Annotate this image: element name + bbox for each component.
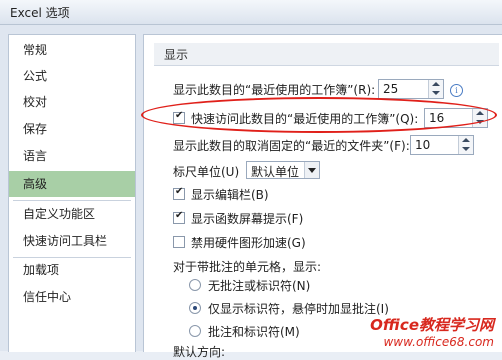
recent-workbooks-spinner[interactable]: 25 [378,79,444,99]
show-function-tips-label: 显示函数屏幕提示(F) [191,212,304,226]
sidebar: 常规 公式 校对 保存 语言 高级 自定义功能区 快速访问工具栏 加载项 信任中… [8,34,136,352]
excel-options-window: Excel 选项 常规 公式 校对 保存 语言 高级 自定义功能区 快速访问工具… [0,0,502,359]
spin-up-icon[interactable] [432,82,440,86]
title-bar: Excel 选项 [0,0,502,25]
quick-access-spinner[interactable]: 16 [424,108,488,128]
spin-down-icon[interactable] [462,147,470,151]
watermark-url: www.office68.com [383,335,494,349]
section-title: 显示 [164,48,189,62]
spin-down-icon[interactable] [476,120,484,124]
sidebar-item-save[interactable]: 保存 [9,116,135,142]
default-direction-label: 默认方向: [173,345,226,359]
info-icon[interactable]: i [450,84,463,97]
comment-option-none-radio[interactable] [189,279,201,291]
comments-header: 对于带批注的单元格，显示: [173,260,322,274]
quick-access-checkbox[interactable] [173,110,185,124]
spin-up-icon[interactable] [462,138,470,142]
ruler-units-select[interactable]: 默认单位 [246,161,320,179]
show-function-tips-checkbox[interactable] [173,210,185,224]
ruler-units-value: 默认单位 [251,165,300,179]
spinner-arrows[interactable] [472,109,487,127]
section-header: 显示 [154,43,499,66]
sidebar-item-advanced[interactable]: 高级 [9,171,135,197]
sidebar-item-language[interactable]: 语言 [9,143,135,169]
options-content: 显示 显示此数目的“最近使用的工作簿”(R): 25 i 快速访问此数目的“最近… [143,34,502,359]
watermark-logo: Office教程学习网 [370,316,494,334]
show-formula-bar-checkbox[interactable] [173,186,185,200]
comment-option-indicator-radio[interactable] [189,302,201,314]
unpinned-folders-value: 10 [415,138,431,152]
comment-option-none-label: 无批注或标识符(N) [208,279,311,293]
quick-access-value: 16 [429,111,445,125]
spinner-arrows[interactable] [428,80,443,98]
comment-option-indicator-label: 仅显示标识符，悬停时加显批注(I) [208,302,389,316]
sidebar-item-proofing[interactable]: 校对 [9,89,135,115]
sidebar-item-trust-center[interactable]: 信任中心 [9,284,135,310]
show-formula-bar-label: 显示编辑栏(B) [191,188,269,202]
ruler-units-label: 标尺单位(U) [173,165,240,179]
comment-option-both-label: 批注和标识符(M) [208,325,300,339]
unpinned-folders-spinner[interactable]: 10 [410,135,474,155]
spin-down-icon[interactable] [432,91,440,95]
recent-workbooks-label: 显示此数目的“最近使用的工作簿”(R): [173,83,376,97]
unpinned-folders-label: 显示此数目的取消固定的“最近的文件夹”(F): [173,139,410,153]
chevron-down-icon[interactable] [304,162,319,178]
spin-up-icon[interactable] [476,111,484,115]
watermark: Office教程学习网 www.office68.com [370,314,494,349]
comment-option-both-radio[interactable] [189,325,201,337]
disable-hw-accel-checkbox[interactable] [173,236,185,248]
sidebar-item-quick-access-toolbar[interactable]: 快速访问工具栏 [9,228,135,254]
window-title: Excel 选项 [10,6,70,20]
sidebar-item-formulas[interactable]: 公式 [9,63,135,89]
sidebar-item-customize-ribbon[interactable]: 自定义功能区 [9,201,135,227]
disable-hw-accel-label: 禁用硬件图形加速(G) [191,236,306,250]
sidebar-item-add-ins[interactable]: 加载项 [9,257,135,283]
spinner-arrows[interactable] [458,136,473,154]
sidebar-item-general[interactable]: 常规 [9,37,135,63]
recent-workbooks-value: 25 [383,82,399,96]
quick-access-label: 快速访问此数目的“最近使用的工作簿”(Q): [191,112,419,126]
